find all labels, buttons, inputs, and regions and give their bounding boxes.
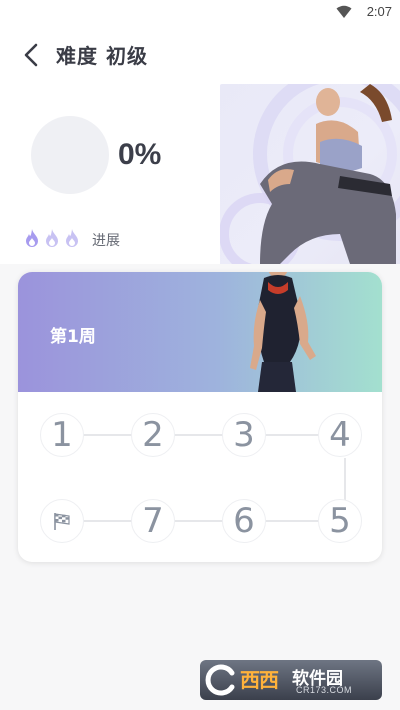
day-1[interactable]: 1 bbox=[40, 413, 84, 457]
week-card[interactable]: 第1周 1 2 3 4 7 6 5 bbox=[18, 272, 382, 562]
day-path: 1 2 3 4 7 6 5 bbox=[18, 392, 382, 562]
day-6[interactable]: 6 bbox=[222, 499, 266, 543]
day-number: 5 bbox=[329, 501, 351, 541]
summary-section: 0% 进展 bbox=[0, 84, 400, 264]
header: 难度 初级 bbox=[0, 26, 400, 84]
wifi-icon bbox=[336, 5, 352, 18]
watermark-logo: 西西 软件园 CR173.COM bbox=[200, 660, 382, 700]
week-banner: 第1周 bbox=[18, 272, 382, 392]
day-number: 6 bbox=[233, 501, 255, 541]
page-title: 难度 初级 bbox=[56, 44, 148, 68]
flame-icon bbox=[66, 229, 78, 247]
day-7[interactable]: 7 bbox=[131, 499, 175, 543]
path-connector bbox=[344, 458, 346, 500]
day-number: 4 bbox=[329, 415, 351, 455]
flame-icon bbox=[26, 229, 38, 247]
day-number: 2 bbox=[142, 415, 164, 455]
day-4[interactable]: 4 bbox=[318, 413, 362, 457]
watermark-url: CR173.COM bbox=[296, 685, 353, 695]
banner-image bbox=[250, 272, 316, 392]
flame-icon bbox=[46, 229, 58, 247]
flame-rating bbox=[24, 226, 80, 250]
day-5[interactable]: 5 bbox=[318, 499, 362, 543]
progress-percent: 0% bbox=[118, 138, 162, 171]
day-number: 3 bbox=[233, 415, 255, 455]
chevron-left-icon[interactable] bbox=[20, 42, 44, 68]
checkered-flag-icon bbox=[54, 513, 70, 530]
week-label: 第1周 bbox=[50, 327, 96, 347]
status-time: 2:07 bbox=[366, 4, 392, 19]
day-number: 7 bbox=[142, 501, 164, 541]
day-number: 1 bbox=[51, 415, 73, 455]
day-3[interactable]: 3 bbox=[222, 413, 266, 457]
watermark-brand: 西西 bbox=[240, 668, 279, 692]
hero-image bbox=[220, 84, 400, 264]
day-2[interactable]: 2 bbox=[131, 413, 175, 457]
logo-icon bbox=[205, 664, 235, 696]
progress-label: 进展 bbox=[92, 233, 120, 249]
status-bar: 2:07 bbox=[0, 0, 400, 26]
progress-ring bbox=[31, 116, 109, 194]
finish-node[interactable] bbox=[40, 499, 84, 543]
